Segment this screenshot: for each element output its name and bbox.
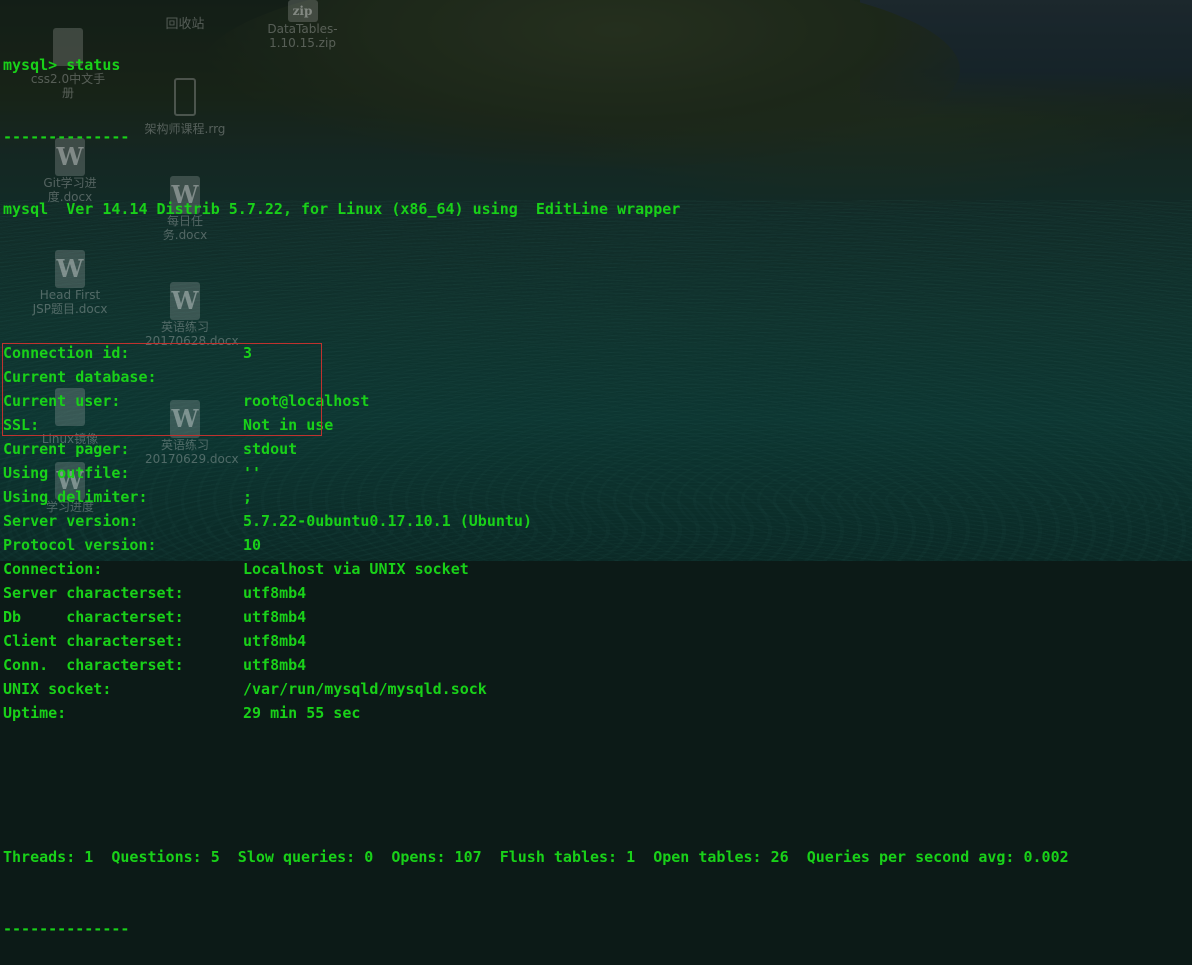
status-value: ; (243, 488, 253, 506)
status-label: Using delimiter: (3, 488, 148, 506)
status-label: Using outfile: (3, 464, 130, 482)
status-value: Localhost via UNIX socket (243, 560, 469, 578)
status-value: utf8mb4 (243, 632, 307, 650)
characterset-highlight-box (2, 343, 322, 436)
terminal-separator: -------------- (3, 128, 130, 146)
status-value: utf8mb4 (243, 584, 307, 602)
status-label: Uptime: (3, 704, 67, 722)
status-value: utf8mb4 (243, 608, 307, 626)
status-label: Db characterset: (3, 608, 184, 626)
status-label: Client characterset: (3, 632, 184, 650)
status-label: Server characterset: (3, 584, 184, 602)
status-label: Protocol version: (3, 536, 157, 554)
terminal-end-separator: -------------- (3, 920, 130, 938)
terminal-prompt: mysql> status (3, 56, 121, 74)
status-value: 29 min 55 sec (243, 704, 361, 722)
status-label: Conn. characterset: (3, 656, 184, 674)
status-row: Client characterset: utf8mb4 (3, 629, 1069, 653)
status-row: Conn. characterset: utf8mb4 (3, 653, 1069, 677)
status-row: Server version: 5.7.22-0ubuntu0.17.10.1 (… (3, 509, 1069, 533)
status-row: UNIX socket: /var/run/mysqld/mysqld.sock (3, 677, 1069, 701)
terminal-output[interactable]: mysql> status -------------- mysql Ver 1… (3, 5, 1069, 965)
status-value: stdout (243, 440, 298, 458)
status-value: /var/run/mysqld/mysqld.sock (243, 680, 487, 698)
status-row: Uptime: 29 min 55 sec (3, 701, 1069, 725)
stats-line: Threads: 1 Questions: 5 Slow queries: 0 … (3, 848, 1069, 866)
status-row: Db characterset: utf8mb4 (3, 605, 1069, 629)
status-label: UNIX socket: (3, 680, 112, 698)
status-value: 10 (243, 536, 262, 554)
status-label: Server version: (3, 512, 139, 530)
status-value: 5.7.22-0ubuntu0.17.10.1 (Ubuntu) (243, 512, 532, 530)
status-value: utf8mb4 (243, 656, 307, 674)
status-value: '' (243, 464, 262, 482)
version-line: mysql Ver 14.14 Distrib 5.7.22, for Linu… (3, 200, 681, 218)
status-row: Server characterset: utf8mb4 (3, 581, 1069, 605)
status-row: Using outfile: '' (3, 461, 1069, 485)
status-label: Current pager: (3, 440, 130, 458)
status-row: Using delimiter:; (3, 485, 1069, 509)
status-row: Current pager: stdout (3, 437, 1069, 461)
status-row: Protocol version: 10 (3, 533, 1069, 557)
